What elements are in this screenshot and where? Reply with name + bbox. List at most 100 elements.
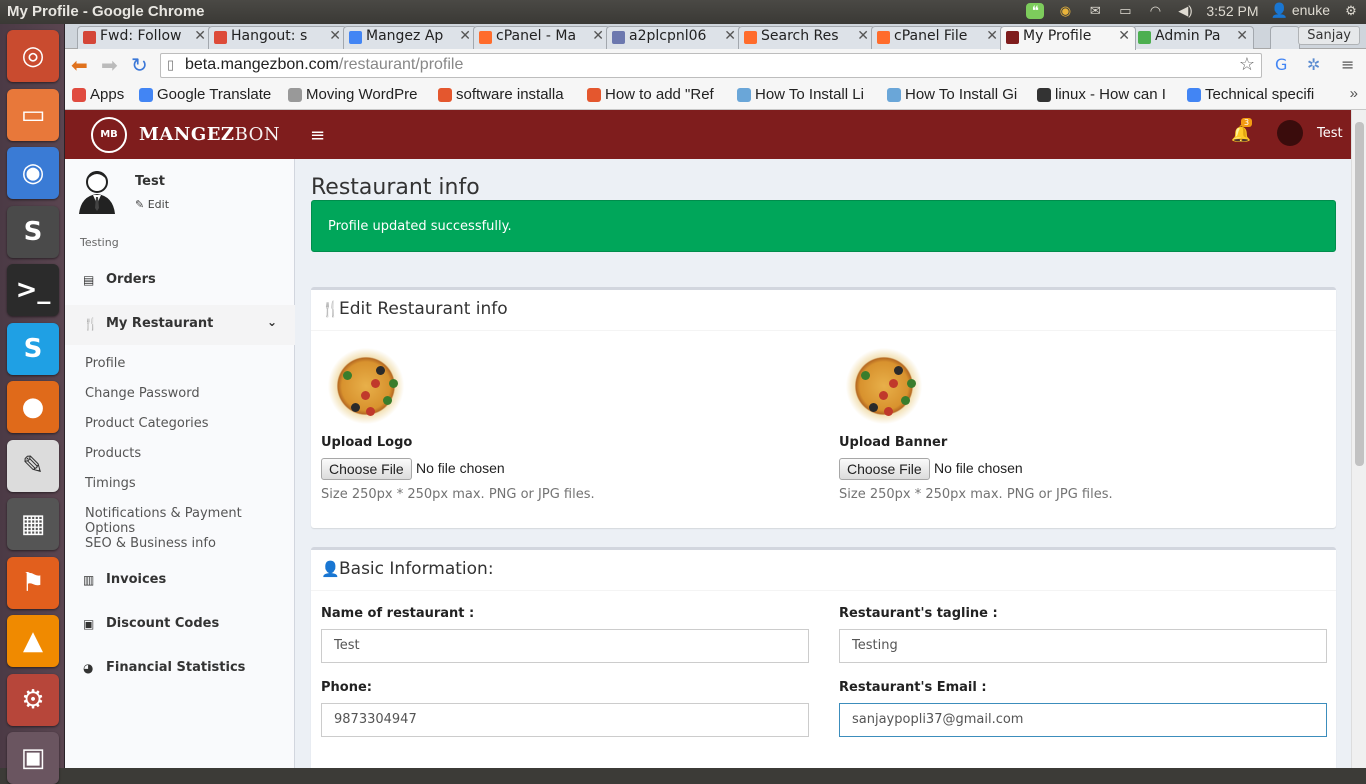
submenu-item[interactable]: Notifications & Payment Options	[85, 506, 295, 536]
edit-profile-label: Edit	[147, 198, 170, 211]
edit-profile-link[interactable]: ✎ Edit	[135, 198, 169, 211]
tab-close-icon[interactable]: ✕	[592, 28, 604, 44]
tab-close-icon[interactable]: ✕	[1118, 28, 1130, 44]
page-scrollbar[interactable]	[1351, 110, 1366, 768]
tab-close-icon[interactable]: ✕	[857, 28, 869, 44]
bookmarks-overflow-icon[interactable]: »	[1350, 85, 1358, 102]
sidebar-item-orders[interactable]: ▤ Orders	[65, 261, 295, 301]
url-path: /restaurant/profile	[338, 56, 464, 73]
browser-tab[interactable]: Search Res ✕	[738, 26, 875, 49]
scrollbar-thumb[interactable]	[1355, 122, 1364, 466]
bookmark-icon	[72, 88, 86, 102]
bookmark-item[interactable]: How to add "Ref	[587, 86, 714, 103]
new-tab-button[interactable]	[1270, 26, 1300, 49]
submenu-item[interactable]: SEO & Business info	[85, 536, 216, 551]
bookmark-item[interactable]: software installa	[438, 86, 564, 103]
sidebar: Test ✎ Edit Testing ▤ Orders 🍴 My Restauran…	[65, 159, 295, 768]
pie-chart-icon: ◕	[83, 661, 94, 675]
notification-bell-icon[interactable]: 🔔 3	[1231, 118, 1253, 143]
hamburger-menu-icon[interactable]: ≡	[310, 125, 325, 146]
ubuntu-dash-icon[interactable]: ◎	[7, 30, 59, 82]
submenu-item[interactable]: Product Categories	[85, 416, 209, 431]
mail-icon[interactable]: ✉	[1086, 3, 1104, 19]
sidebar-item-my-restaurant[interactable]: 🍴 My Restaurant ⌄	[65, 305, 295, 345]
hangouts-tray-icon[interactable]: ❝	[1026, 2, 1045, 19]
vlc-icon[interactable]: ▲	[7, 615, 59, 667]
pizza-topping	[889, 379, 898, 388]
system-settings-icon[interactable]: ⚙	[7, 673, 59, 726]
brand-name-light: BON	[234, 124, 281, 145]
bookmark-item[interactable]: Moving WordPre	[288, 86, 417, 103]
session-user[interactable]: 👤 enuke	[1271, 2, 1330, 19]
brand-logo[interactable]: MB MANGEZBON	[65, 110, 295, 159]
browser-tab[interactable]: a2plcpnl06 ✕	[606, 26, 742, 49]
tagline-input[interactable]: Testing	[839, 629, 1327, 663]
chevron-down-icon: ⌄	[266, 315, 277, 329]
gear-icon[interactable]: ⚙	[1342, 3, 1360, 19]
submenu-item[interactable]: Timings	[85, 476, 136, 491]
phone-input[interactable]: 9873304947	[321, 703, 809, 737]
skype-icon[interactable]: S	[7, 322, 59, 375]
bookmark-item[interactable]: Google Translate	[139, 86, 271, 103]
sidebar-item-financial-statistics[interactable]: ◕ Financial Statistics	[65, 649, 295, 689]
forward-icon[interactable]: ➡	[101, 55, 118, 75]
header-user-menu[interactable]: Test	[1277, 120, 1343, 146]
reload-icon[interactable]: ↻	[131, 55, 148, 75]
address-bar[interactable]: ▯ beta.mangezbon.com/restaurant/profile …	[160, 53, 1262, 78]
bookmark-item[interactable]: How To Install Gi	[887, 86, 1017, 103]
tab-close-icon[interactable]: ✕	[1236, 28, 1248, 44]
bookmark-item[interactable]: linux - How can I	[1037, 86, 1166, 103]
browser-tab[interactable]: Mangez Ap ✕	[343, 26, 477, 49]
banner-preview-image	[839, 341, 929, 431]
files-icon[interactable]: ▭	[7, 88, 59, 141]
back-icon[interactable]: ⬅	[71, 55, 88, 75]
workspace-icon[interactable]: ▣	[7, 732, 59, 784]
tab-label: Admin Pa	[1155, 28, 1221, 44]
browser-tab[interactable]: Admin Pa ✕	[1132, 26, 1254, 49]
logo-help-text: Size 250px * 250px max. PNG or JPG files…	[321, 487, 595, 502]
battery-icon[interactable]: ▭	[1116, 3, 1134, 19]
calculator-icon[interactable]: ▦	[7, 498, 59, 550]
chrome-icon[interactable]: ◉	[7, 147, 59, 199]
volume-icon[interactable]: ◀)	[1176, 3, 1194, 19]
browser-tab[interactable]: My Profile ✕	[1000, 26, 1136, 50]
tab-close-icon[interactable]: ✕	[459, 28, 471, 44]
menu-icon[interactable]: ≡	[1341, 55, 1354, 75]
submenu-item[interactable]: Products	[85, 446, 141, 461]
browser-tab[interactable]: Hangout: s ✕	[208, 26, 347, 49]
terminal-icon[interactable]: >_	[7, 264, 59, 316]
tab-close-icon[interactable]: ✕	[329, 28, 341, 44]
banner-choose-file-button[interactable]: Choose File	[839, 458, 930, 480]
submenu-item[interactable]: Profile	[85, 356, 125, 371]
pizza-topping	[869, 403, 878, 412]
sublime-text-icon[interactable]: S	[7, 205, 59, 258]
tab-close-icon[interactable]: ✕	[194, 28, 206, 44]
chrome-tray-icon[interactable]: ◉	[1056, 3, 1074, 19]
email-input[interactable]: sanjaypopli37@gmail.com	[839, 703, 1327, 737]
bookmark-item[interactable]: Technical specifi	[1187, 86, 1314, 103]
sidebar-item-discount-codes[interactable]: ▣ Discount Codes	[65, 605, 295, 645]
firefox-icon[interactable]: ●	[7, 381, 59, 433]
logo-choose-file-button[interactable]: Choose File	[321, 458, 412, 480]
bookmark-item[interactable]: Apps	[72, 86, 124, 103]
software-center-icon[interactable]: ⚑	[7, 556, 59, 609]
browser-tab[interactable]: cPanel File ✕	[871, 26, 1004, 49]
phone-label: Phone:	[321, 680, 372, 695]
translate-extension-icon[interactable]: G	[1275, 55, 1287, 75]
tab-close-icon[interactable]: ✕	[986, 28, 998, 44]
restaurant-name-input[interactable]: Test	[321, 629, 809, 663]
text-editor-icon[interactable]: ✎	[7, 439, 59, 492]
wifi-icon[interactable]: ◠	[1146, 3, 1164, 19]
browser-tab[interactable]: cPanel - Ma ✕	[473, 26, 610, 49]
tab-close-icon[interactable]: ✕	[724, 28, 736, 44]
profile-button[interactable]: Sanjay	[1298, 26, 1360, 45]
extension-icon[interactable]: ✲	[1307, 55, 1320, 75]
star-icon[interactable]: ☆	[1239, 54, 1255, 75]
sidebar-item-invoices[interactable]: ▥ Invoices	[65, 561, 295, 601]
invoice-icon: ▥	[83, 573, 95, 587]
submenu-item[interactable]: Change Password	[85, 386, 200, 401]
tab-favicon-icon	[83, 31, 96, 44]
bookmark-item[interactable]: How To Install Li	[737, 86, 864, 103]
browser-tab[interactable]: Fwd: Follow ✕	[77, 26, 212, 49]
clock[interactable]: 3:52 PM	[1206, 3, 1258, 19]
